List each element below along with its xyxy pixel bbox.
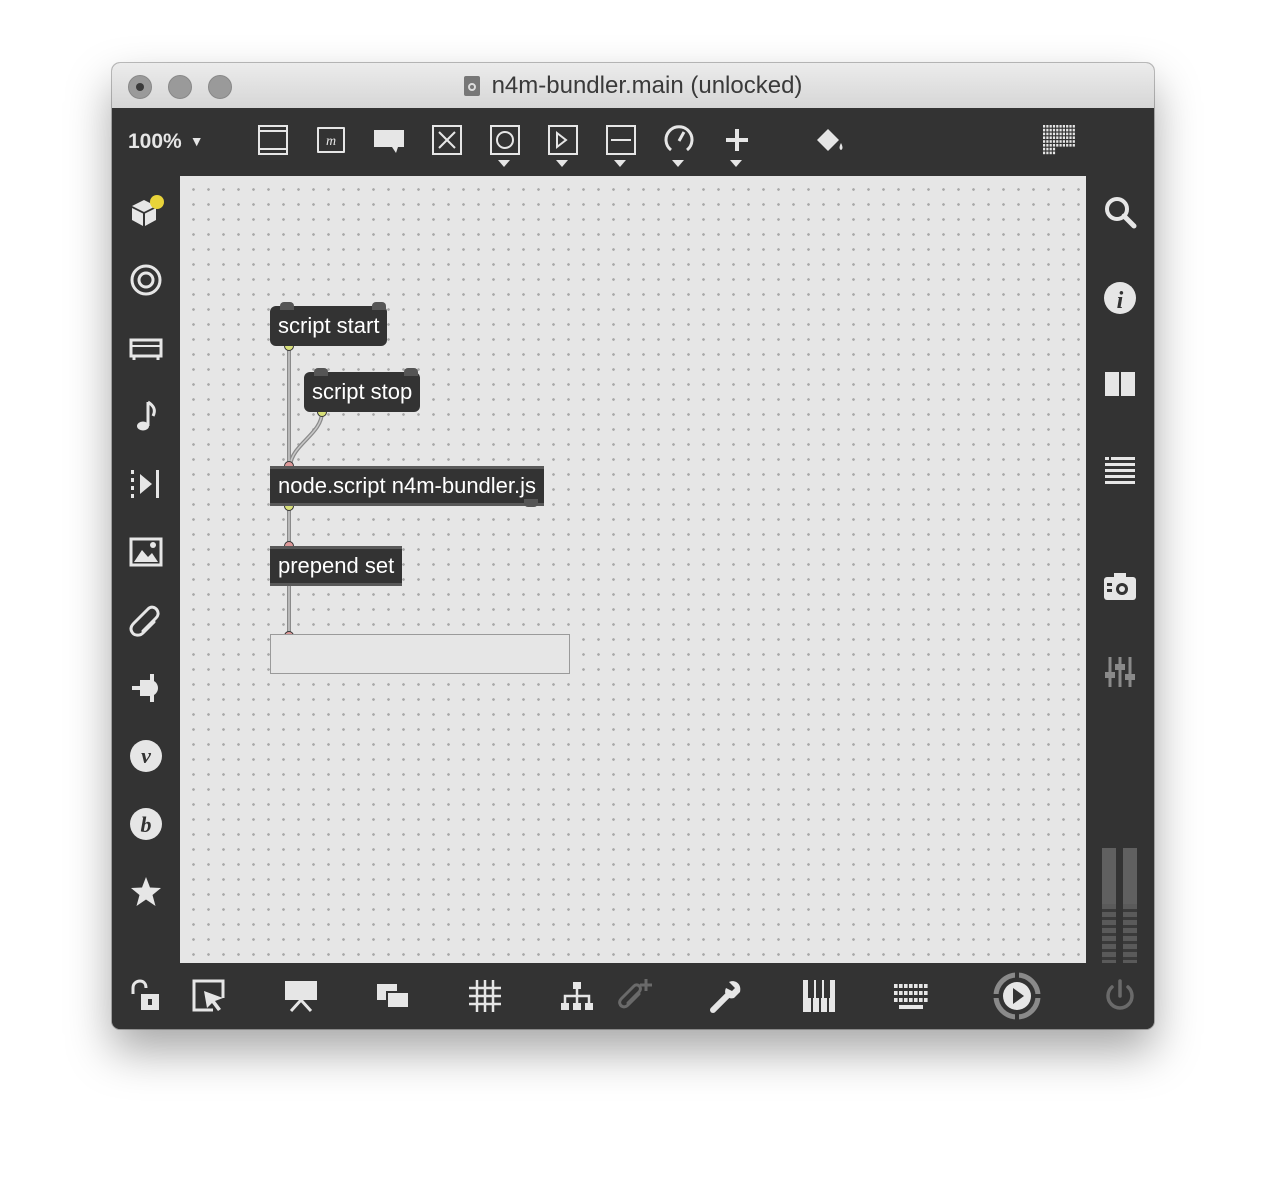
search-icon[interactable] [1100,192,1140,232]
zoom-level: 100% [128,130,182,153]
inlet[interactable] [280,302,294,310]
window-icon[interactable] [372,975,414,1017]
comment-icon[interactable] [371,122,407,158]
dropdown-caret [556,160,568,167]
bpatcher-icon[interactable]: b [126,804,166,844]
bottom-toolbar [112,963,1154,1029]
object-text: prepend set [278,553,395,578]
target-icon[interactable] [126,260,166,300]
dial-icon[interactable] [661,122,697,167]
mixer-sliders-icon[interactable] [1100,652,1140,692]
list-icon[interactable] [1100,450,1140,490]
presentation-panel-icon[interactable] [255,122,291,158]
chevron-down-icon: ▼ [189,133,204,149]
inlet[interactable] [314,368,328,376]
favorites-star-icon[interactable] [126,872,166,912]
inlet[interactable] [372,302,386,310]
outlet[interactable] [524,499,539,507]
dropdown-caret [498,160,510,167]
node-script-object[interactable]: node.script n4m-bundler.js [270,466,545,507]
right-sidebar: i [1086,176,1154,1029]
message-text: script start [278,313,380,338]
inlet[interactable] [404,368,418,376]
svg-text:i: i [1117,288,1124,314]
paperclip-icon[interactable] [126,600,166,640]
package-manager-icon[interactable] [126,192,166,232]
dropdown-caret [730,160,742,167]
attach-icon[interactable] [614,975,656,1017]
svg-text:v: v [141,743,151,768]
piano-keys-icon[interactable] [798,975,840,1017]
output-message-box[interactable] [270,634,570,674]
power-icon[interactable] [1099,975,1141,1017]
message-text: script stop [312,379,413,404]
toggle-icon[interactable] [429,122,465,158]
zoom-menu[interactable]: 100% ▼ [128,130,204,154]
prepend-set-object[interactable]: prepend set [270,546,403,586]
lock-icon[interactable] [126,975,168,1017]
document-icon [463,76,480,96]
dropdown-caret [672,160,684,167]
plug-icon[interactable] [126,668,166,708]
wrench-icon[interactable] [706,975,748,1017]
select-arrow-icon[interactable] [188,975,230,1017]
window-title: n4m-bundler.main (unlocked) [491,72,803,99]
grid-icon[interactable] [464,975,506,1017]
script-start-message[interactable]: script start [270,302,388,346]
vizzie-icon[interactable]: v [126,736,166,776]
title-bar: n4m-bundler.main (unlocked) [112,63,1154,109]
add-icon[interactable] [719,122,755,167]
script-stop-message[interactable]: script stop [304,368,421,412]
object-text: node.script n4m-bundler.js [278,473,537,498]
slider-icon[interactable] [603,122,639,167]
left-sidebar: v b [112,176,180,963]
patcher-window: n4m-bundler.main (unlocked) 100% ▼ m v b… [112,63,1154,1029]
step-forward-icon[interactable] [126,464,166,504]
button-icon[interactable] [487,122,523,167]
message-icon[interactable]: m [313,122,349,158]
hierarchy-icon[interactable] [556,975,598,1017]
music-note-icon[interactable] [126,396,166,436]
play-circle-icon[interactable] [992,971,1042,1021]
paint-bucket-icon[interactable] [811,122,847,158]
info-icon[interactable]: i [1100,278,1140,318]
grid-matrix-icon[interactable] [1041,122,1077,158]
image-icon[interactable] [126,532,166,572]
presentation-icon[interactable] [280,975,322,1017]
keyboard-icon[interactable] [890,975,932,1017]
playbar-icon[interactable] [545,122,581,167]
svg-text:m: m [326,134,336,149]
mixer-icon[interactable] [126,328,166,368]
window-title-area: n4m-bundler.main (unlocked) [112,72,1154,100]
patcher-canvas[interactable]: script start script stop node.script n4m… [180,176,1086,963]
svg-text:b: b [141,812,152,837]
dropdown-caret [614,160,626,167]
snapshot-camera-icon[interactable] [1100,566,1140,606]
top-toolbar: 100% ▼ m [112,108,1154,176]
book-icon[interactable] [1100,364,1140,404]
